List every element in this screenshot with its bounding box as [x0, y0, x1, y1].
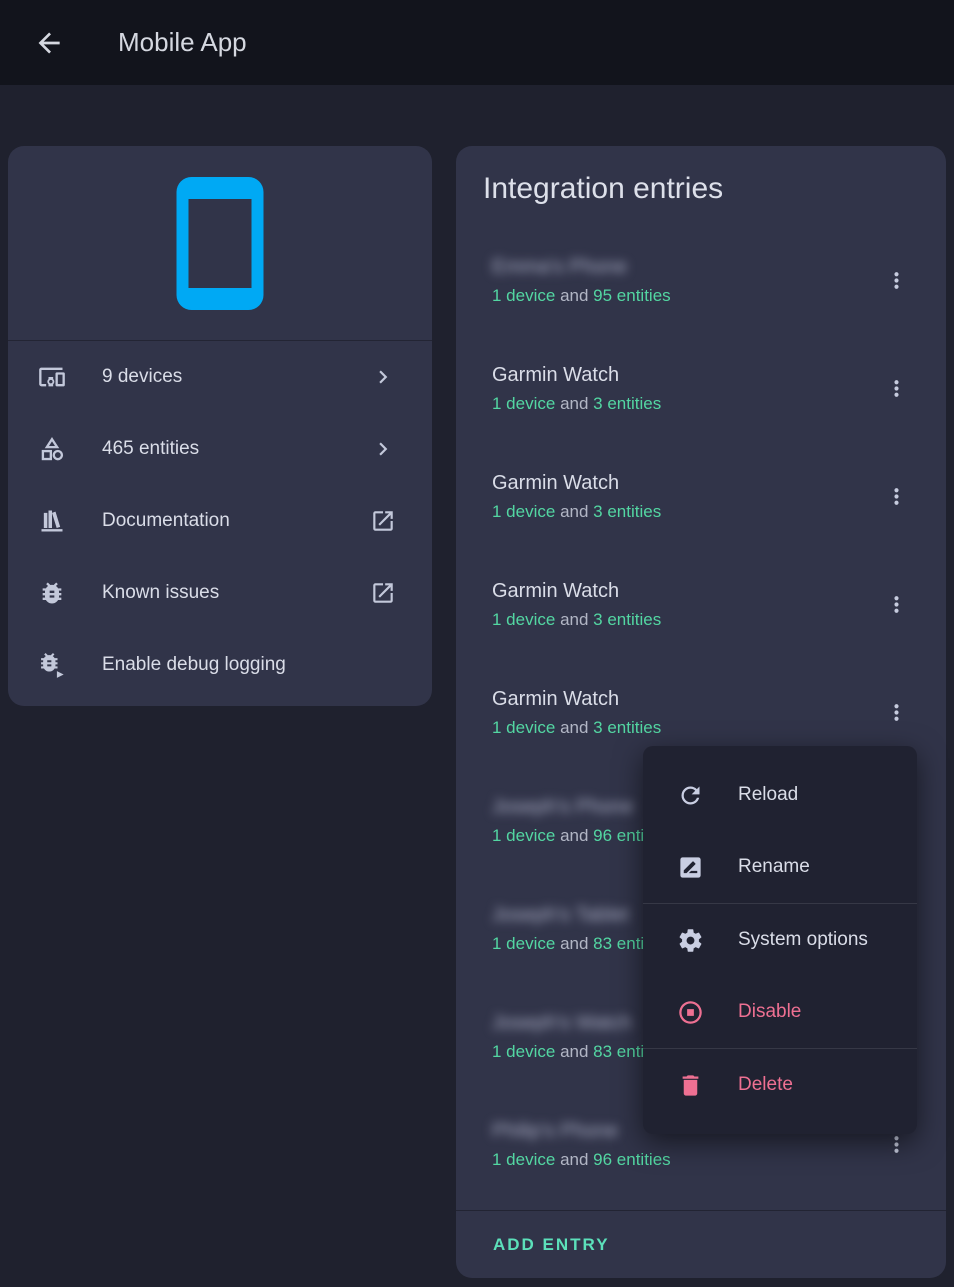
entity-count-link[interactable]: 3 entities	[593, 502, 661, 521]
entry-row: Emma's Phone 1 device and 95 entities	[456, 226, 946, 334]
device-count-link[interactable]: 1 device	[492, 394, 555, 413]
entry-context-menu: Reload Rename System options Disable Del…	[643, 746, 917, 1134]
device-count-link[interactable]: 1 device	[492, 826, 555, 845]
entry-menu-button[interactable]	[876, 260, 916, 300]
entry-menu-button-open[interactable]	[876, 692, 916, 732]
entities-label: 465 entities	[102, 438, 370, 460]
and-text: and	[560, 1150, 588, 1169]
back-button[interactable]	[33, 27, 65, 59]
devices-icon	[38, 363, 66, 391]
and-text: and	[560, 1042, 588, 1061]
menu-item-disable[interactable]: Disable	[643, 976, 917, 1048]
open-in-new-icon	[370, 580, 396, 606]
entity-count-link[interactable]: 3 entities	[593, 718, 661, 737]
rename-box-icon	[677, 854, 704, 881]
dots-vertical-icon	[884, 1132, 909, 1157]
entry-name: Emma's Phone	[492, 254, 876, 280]
menu-item-delete[interactable]: Delete	[643, 1048, 917, 1121]
entry-name: Garmin Watch	[492, 362, 876, 388]
menu-item-reload[interactable]: Reload	[643, 759, 917, 831]
dots-vertical-icon	[884, 592, 909, 617]
enable-debug-logging-row[interactable]: Enable debug logging	[8, 629, 432, 701]
entity-count-link[interactable]: 95 entities	[593, 286, 671, 305]
and-text: and	[560, 718, 588, 737]
dots-vertical-icon	[884, 376, 909, 401]
menu-label-delete: Delete	[738, 1074, 793, 1096]
open-in-new-icon	[370, 508, 396, 534]
devices-label: 9 devices	[102, 366, 370, 388]
reload-icon	[677, 782, 704, 809]
app-header: Mobile App	[0, 0, 954, 85]
cellphone-icon	[177, 177, 264, 310]
entity-count-link[interactable]: 3 entities	[593, 610, 661, 629]
chevron-right-icon	[370, 364, 396, 390]
known-issues-label: Known issues	[102, 582, 370, 604]
and-text: and	[560, 394, 588, 413]
entities-row[interactable]: 465 entities	[8, 413, 432, 485]
documentation-row[interactable]: Documentation	[8, 485, 432, 557]
entry-menu-button[interactable]	[876, 476, 916, 516]
entries-card-footer: ADD ENTRY	[456, 1210, 946, 1278]
entry-menu-button[interactable]	[876, 368, 916, 408]
dots-vertical-icon	[884, 700, 909, 725]
entry-row: Garmin Watch 1 device and 3 entities	[456, 442, 946, 550]
and-text: and	[560, 826, 588, 845]
device-count-link[interactable]: 1 device	[492, 1150, 555, 1169]
dots-vertical-icon	[884, 484, 909, 509]
entity-count-link[interactable]: 3 entities	[593, 394, 661, 413]
entry-name: Garmin Watch	[492, 470, 876, 496]
and-text: and	[560, 934, 588, 953]
entry-menu-button[interactable]	[876, 584, 916, 624]
bug-play-icon	[38, 651, 66, 679]
and-text: and	[560, 502, 588, 521]
menu-label-reload: Reload	[738, 784, 798, 806]
dots-vertical-icon	[884, 268, 909, 293]
device-count-link[interactable]: 1 device	[492, 610, 555, 629]
bookshelf-icon	[38, 507, 66, 535]
device-count-link[interactable]: 1 device	[492, 1042, 555, 1061]
enable-debug-logging-label: Enable debug logging	[102, 654, 402, 676]
device-count-link[interactable]: 1 device	[492, 934, 555, 953]
entry-name: Garmin Watch	[492, 578, 876, 604]
entry-row: Garmin Watch 1 device and 3 entities	[456, 334, 946, 442]
bug-icon	[38, 579, 66, 607]
integration-info-card: 9 devices 465 entities Documentation	[8, 146, 432, 706]
documentation-label: Documentation	[102, 510, 370, 532]
stop-circle-icon	[677, 999, 704, 1026]
entry-row: Garmin Watch 1 device and 3 entities	[456, 550, 946, 658]
menu-item-rename[interactable]: Rename	[643, 831, 917, 903]
arrow-left-icon	[33, 27, 65, 59]
chevron-right-icon	[370, 436, 396, 462]
gear-icon	[677, 927, 704, 954]
menu-label-disable: Disable	[738, 1001, 801, 1023]
and-text: and	[560, 286, 588, 305]
device-count-link[interactable]: 1 device	[492, 502, 555, 521]
menu-label-rename: Rename	[738, 856, 810, 878]
menu-item-system-options[interactable]: System options	[643, 903, 917, 976]
integration-logo-section	[8, 146, 432, 341]
and-text: and	[560, 610, 588, 629]
entry-name: Garmin Watch	[492, 686, 876, 712]
entity-count-link[interactable]: 96 entities	[593, 1150, 671, 1169]
entries-card-title: Integration entries	[483, 172, 723, 206]
page-title: Mobile App	[118, 27, 247, 58]
known-issues-row[interactable]: Known issues	[8, 557, 432, 629]
shapes-icon	[38, 435, 66, 463]
device-count-link[interactable]: 1 device	[492, 718, 555, 737]
devices-row[interactable]: 9 devices	[8, 341, 432, 413]
menu-label-system-options: System options	[738, 929, 868, 951]
trash-icon	[677, 1072, 704, 1099]
add-entry-button[interactable]: ADD ENTRY	[493, 1235, 610, 1255]
device-count-link[interactable]: 1 device	[492, 286, 555, 305]
